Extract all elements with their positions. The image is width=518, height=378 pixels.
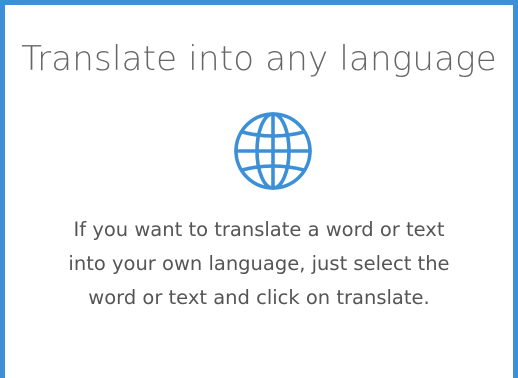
feature-description: If you want to translate a word or text … <box>25 213 493 315</box>
feature-title: Translate into any language <box>21 39 497 79</box>
globe-icon <box>234 112 312 190</box>
feature-card: Translate into any language If you want … <box>0 0 518 378</box>
description-line: into your own language, just select the <box>68 252 450 275</box>
description-line: word or text and click on translate. <box>88 286 430 309</box>
description-line: If you want to translate a word or text <box>73 218 445 241</box>
